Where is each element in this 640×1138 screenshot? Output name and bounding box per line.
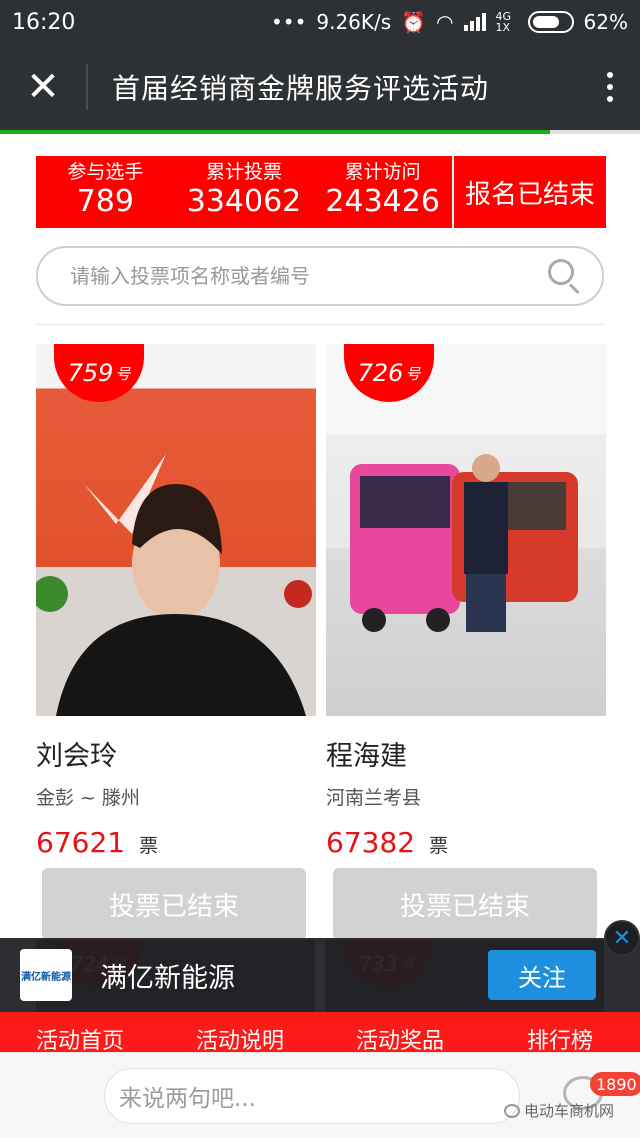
network-speed: 9.26K/s [316, 10, 392, 34]
comment-bar: 来说两句吧... [0, 1052, 640, 1138]
vote-unit: 票 [139, 835, 159, 857]
stat-label: 累计访问 [344, 161, 421, 183]
stat-value: 334062 [186, 184, 302, 219]
candidate-votes: 67382 票 [326, 826, 606, 859]
candidate-dealer: 金彭 ~ 滕州 [36, 787, 140, 809]
vote-count: 67621 [36, 826, 126, 859]
status-bar: 16:20 ••• 9.26K/s ⏰ ◠ 4G 1X 62% [0, 0, 640, 44]
candidate-photo-illustration [36, 454, 312, 716]
status-time: 16:20 [12, 9, 76, 35]
page-title: 首届经销商金牌服务评选活动 [112, 72, 490, 105]
nav-bar: ✕ 首届经销商金牌服务评选活动 [0, 44, 640, 130]
search-box[interactable] [36, 246, 604, 306]
stats-counters: 参与选手 789 累计投票 334062 累计访问 243426 [36, 156, 452, 228]
stat-value: 243426 [325, 184, 440, 219]
account-name: 满亿新能源 [100, 962, 235, 994]
cellular-signal-icon [463, 13, 486, 31]
stats-panel: 参与选手 789 累计投票 334062 累计访问 243426 报名已结束 [36, 156, 606, 228]
follow-account-bar: 满亿新能源 满亿新能源 关注 [0, 938, 640, 1012]
account-logo: 满亿新能源 [20, 949, 72, 1001]
comment-input[interactable]: 来说两句吧... [104, 1067, 520, 1124]
candidate-photo-illustration [326, 344, 606, 632]
candidate-name: 刘会玲 [36, 741, 117, 772]
account-logo-text: 满亿新能源 [21, 971, 71, 983]
stat-value: 789 [76, 184, 134, 219]
badge-number: 759 [67, 359, 114, 387]
vote-button[interactable]: 投票已结束 [42, 868, 306, 940]
tab-rules[interactable]: 活动说明 [160, 1012, 320, 1053]
vote-count: 67382 [326, 826, 416, 859]
candidate-dealer: 河南兰考县 [326, 787, 422, 809]
follow-button[interactable]: 关注 [488, 950, 596, 1000]
badge-number: 726 [357, 359, 404, 387]
battery-level: 62% [583, 10, 628, 34]
candidate-card[interactable]: 726 号 程海建 河南兰考县 67382 票 [326, 344, 606, 859]
badge-suffix: 号 [405, 364, 421, 383]
battery-icon [527, 11, 574, 33]
tab-prizes[interactable]: 活动奖品 [320, 1012, 480, 1053]
candidate-photo[interactable]: 726 号 [326, 344, 606, 716]
candidate-name: 程海建 [326, 741, 407, 772]
status-right: ••• 9.26K/s ⏰ ◠ 4G 1X 62% [271, 10, 628, 34]
status-dots: ••• [270, 10, 307, 34]
search-icon[interactable] [548, 259, 582, 295]
bottom-tab-bar: 活动首页 活动说明 活动奖品 排行榜 [0, 1012, 640, 1052]
progress-fill [0, 130, 551, 134]
close-follow-icon[interactable]: ✕ [604, 920, 640, 956]
candidate-card[interactable]: 759 号 刘会玲 金彭 ~ 滕州 67621 票 [36, 344, 316, 859]
tab-ranking[interactable]: 排行榜 [480, 1012, 640, 1053]
wifi-icon: ◠ [436, 10, 454, 34]
watermark-text: 电动车商机网 [524, 1102, 615, 1120]
vote-button[interactable]: 投票已结束 [333, 868, 597, 940]
divider [36, 324, 604, 325]
wechat-icon [504, 1103, 520, 1118]
register-closed-button[interactable]: 报名已结束 [454, 156, 606, 228]
stat-total-votes: 累计投票 334062 [175, 156, 314, 228]
watermark: 电动车商机网 [504, 1100, 614, 1121]
candidate-photo[interactable]: 759 号 [36, 344, 316, 716]
more-menu-icon[interactable] [580, 72, 640, 102]
vote-unit: 票 [429, 835, 449, 857]
network-type: 4G 1X [495, 10, 512, 34]
comment-count-badge: 1890 [590, 1072, 640, 1096]
stat-label: 参与选手 [67, 161, 144, 183]
alarm-icon: ⏰ [401, 10, 427, 34]
tab-home[interactable]: 活动首页 [0, 1012, 160, 1053]
close-icon[interactable]: ✕ [0, 44, 86, 130]
page-load-progress [0, 130, 640, 134]
badge-suffix: 号 [115, 364, 131, 383]
stat-participants: 参与选手 789 [36, 156, 175, 228]
stat-total-visits: 累计访问 243426 [313, 156, 452, 228]
stat-label: 累计投票 [206, 161, 283, 183]
search-input[interactable] [70, 264, 548, 288]
candidate-votes: 67621 票 [36, 826, 316, 859]
